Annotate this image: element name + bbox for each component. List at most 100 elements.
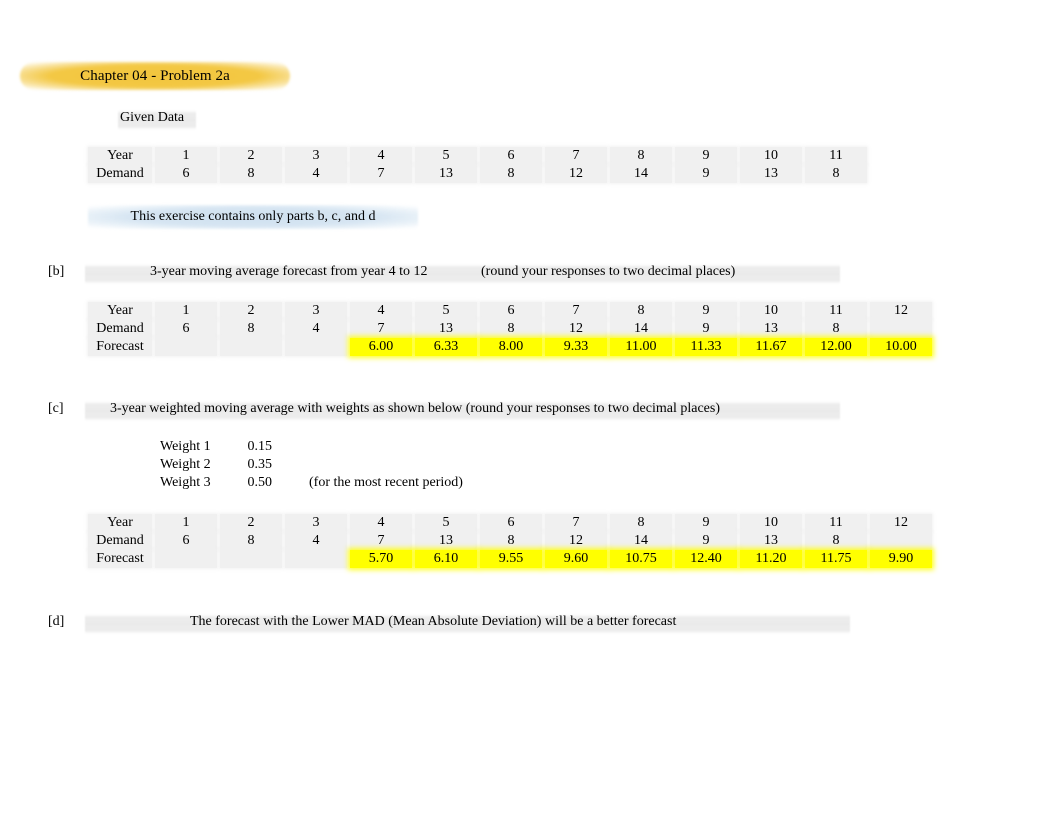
weights-block: Weight 1 0.15 Weight 2 0.35 Weight 3 0.5… (160, 439, 463, 491)
table-row-demand: Demand 6 8 4 7 13 8 12 14 9 13 8 (88, 532, 932, 550)
b-forecast-1 (155, 338, 217, 356)
c-year-11: 11 (805, 514, 867, 532)
given-year-5: 5 (415, 147, 477, 165)
table-row-year: Year 1 2 3 4 5 6 7 8 9 10 11 (88, 147, 867, 165)
given-year-7: 7 (545, 147, 607, 165)
given-year-6: 6 (480, 147, 542, 165)
table-row-year: Year 1 2 3 4 5 6 7 8 9 10 11 12 (88, 514, 932, 532)
weight-3-label: Weight 3 (160, 475, 211, 490)
c-year-7: 7 (545, 514, 607, 532)
c-forecast-9[interactable]: 12.40 (675, 550, 737, 568)
b-demand-4: 7 (350, 320, 412, 338)
b-year-2: 2 (220, 302, 282, 320)
c-forecast-10[interactable]: 11.20 (740, 550, 802, 568)
c-demand-10: 13 (740, 532, 802, 550)
c-demand-12 (870, 532, 932, 550)
b-forecast-5[interactable]: 6.33 (415, 338, 477, 356)
given-year-4: 4 (350, 147, 412, 165)
b-year-3: 3 (285, 302, 347, 320)
c-demand-7: 12 (545, 532, 607, 550)
section-b-table: Year 1 2 3 4 5 6 7 8 9 10 11 12 Demand 6… (85, 302, 935, 356)
exercise-note: This exercise contains only parts b, c, … (130, 209, 376, 224)
c-forecast-11[interactable]: 11.75 (805, 550, 867, 568)
c-forecast-7[interactable]: 9.60 (545, 550, 607, 568)
row-label-year: Year (88, 514, 152, 532)
section-c-heading: 3-year weighted moving average with weig… (110, 401, 721, 416)
b-demand-7: 12 (545, 320, 607, 338)
c-year-10: 10 (740, 514, 802, 532)
weight-row-2: Weight 2 0.35 (160, 457, 463, 473)
table-row-year: Year 1 2 3 4 5 6 7 8 9 10 11 12 (88, 302, 932, 320)
b-demand-10: 13 (740, 320, 802, 338)
section-b-grid: Year 1 2 3 4 5 6 7 8 9 10 11 12 Demand 6… (85, 302, 935, 356)
b-forecast-8[interactable]: 11.00 (610, 338, 672, 356)
c-year-12: 12 (870, 514, 932, 532)
c-forecast-8[interactable]: 10.75 (610, 550, 672, 568)
weight-row-1: Weight 1 0.15 (160, 439, 463, 455)
c-forecast-3 (285, 550, 347, 568)
weight-2-value[interactable]: 0.35 (248, 457, 306, 473)
c-demand-1: 6 (155, 532, 217, 550)
given-demand-6: 8 (480, 165, 542, 183)
c-forecast-6[interactable]: 9.55 (480, 550, 542, 568)
c-forecast-2 (220, 550, 282, 568)
b-year-9: 9 (675, 302, 737, 320)
c-forecast-4[interactable]: 5.70 (350, 550, 412, 568)
b-forecast-10[interactable]: 11.67 (740, 338, 802, 356)
b-year-10: 10 (740, 302, 802, 320)
c-demand-6: 8 (480, 532, 542, 550)
b-forecast-12[interactable]: 10.00 (870, 338, 932, 356)
b-forecast-6[interactable]: 8.00 (480, 338, 542, 356)
c-year-1: 1 (155, 514, 217, 532)
b-year-12: 12 (870, 302, 932, 320)
b-year-4: 4 (350, 302, 412, 320)
section-c-grid: Year 1 2 3 4 5 6 7 8 9 10 11 12 Demand 6… (85, 514, 935, 568)
c-year-3: 3 (285, 514, 347, 532)
c-forecast-5[interactable]: 6.10 (415, 550, 477, 568)
c-year-4: 4 (350, 514, 412, 532)
b-demand-5: 13 (415, 320, 477, 338)
b-forecast-9[interactable]: 11.33 (675, 338, 737, 356)
c-demand-4: 7 (350, 532, 412, 550)
b-year-5: 5 (415, 302, 477, 320)
c-year-9: 9 (675, 514, 737, 532)
b-demand-8: 14 (610, 320, 672, 338)
weight-1-value[interactable]: 0.15 (248, 439, 306, 455)
b-demand-2: 8 (220, 320, 282, 338)
given-year-9: 9 (675, 147, 737, 165)
given-year-8: 8 (610, 147, 672, 165)
b-demand-1: 6 (155, 320, 217, 338)
weight-row-3: Weight 3 0.50 (for the most recent perio… (160, 475, 463, 491)
given-demand-9: 9 (675, 165, 737, 183)
section-c-table: Year 1 2 3 4 5 6 7 8 9 10 11 12 Demand 6… (85, 514, 935, 568)
b-forecast-4[interactable]: 6.00 (350, 338, 412, 356)
row-label-year: Year (88, 302, 152, 320)
table-row-demand: Demand 6 8 4 7 13 8 12 14 9 13 8 (88, 320, 932, 338)
given-demand-2: 8 (220, 165, 282, 183)
row-label-forecast: Forecast (88, 550, 152, 568)
b-forecast-11[interactable]: 12.00 (805, 338, 867, 356)
row-label-demand: Demand (88, 320, 152, 338)
b-forecast-7[interactable]: 9.33 (545, 338, 607, 356)
c-demand-11: 8 (805, 532, 867, 550)
given-data-table: Year 1 2 3 4 5 6 7 8 9 10 11 Demand 6 8 … (85, 147, 870, 183)
table-row-forecast: Forecast 6.00 6.33 8.00 9.33 11.00 11.33… (88, 338, 932, 356)
given-year-10: 10 (740, 147, 802, 165)
weight-3-note: (for the most recent period) (309, 475, 463, 490)
weight-3-value[interactable]: 0.50 (248, 475, 306, 491)
b-year-7: 7 (545, 302, 607, 320)
c-year-5: 5 (415, 514, 477, 532)
c-forecast-12[interactable]: 9.90 (870, 550, 932, 568)
b-forecast-3 (285, 338, 347, 356)
section-b-tag: [b] (48, 264, 65, 279)
given-demand-11: 8 (805, 165, 867, 183)
c-year-2: 2 (220, 514, 282, 532)
section-b-heading: 3-year moving average forecast from year… (150, 264, 428, 279)
row-label-demand: Demand (88, 532, 152, 550)
c-demand-9: 9 (675, 532, 737, 550)
c-year-8: 8 (610, 514, 672, 532)
c-demand-5: 13 (415, 532, 477, 550)
row-label-year: Year (88, 147, 152, 165)
given-year-2: 2 (220, 147, 282, 165)
weight-2-label: Weight 2 (160, 457, 211, 472)
